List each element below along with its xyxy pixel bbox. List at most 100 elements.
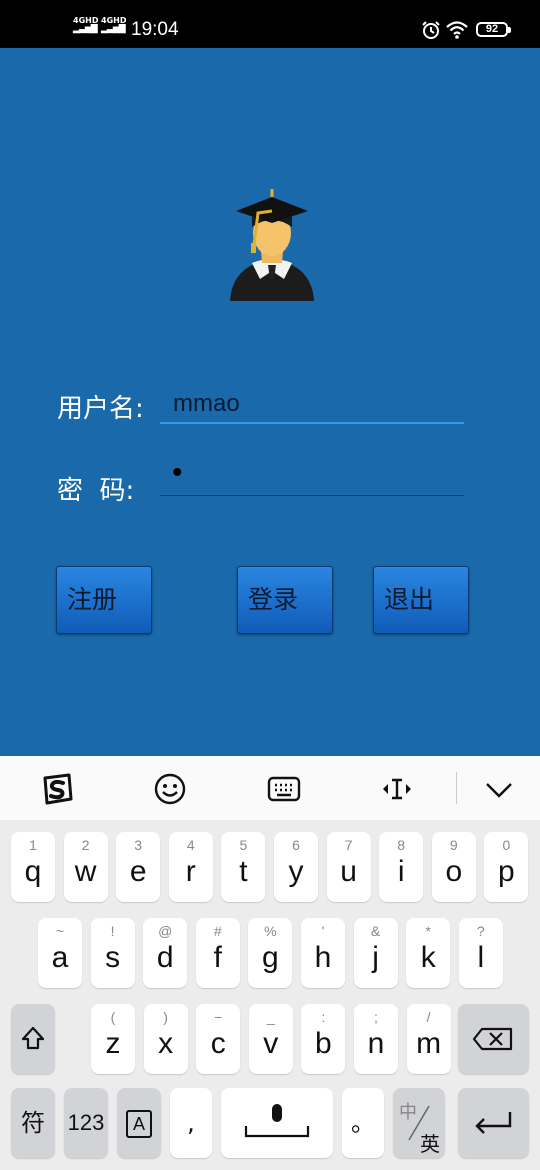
sogou-logo-icon[interactable]	[40, 772, 74, 806]
username-field[interactable]: mmao	[160, 388, 464, 424]
password-value: •	[172, 456, 183, 489]
key-label: t	[239, 855, 248, 888]
register-button[interactable]: 注册	[56, 566, 152, 634]
microphone-icon	[244, 1104, 310, 1138]
password-label: 密 码:	[57, 476, 135, 506]
key-k[interactable]: * k	[406, 918, 451, 988]
key-r[interactable]: 4r	[168, 832, 213, 902]
comma-key[interactable]: ,	[170, 1088, 212, 1158]
backspace-key[interactable]	[458, 1004, 529, 1074]
key-l[interactable]: ? l	[458, 918, 503, 988]
key-q[interactable]: 1q	[11, 832, 55, 902]
key-secondary-label: ?	[476, 923, 485, 939]
password-underline	[160, 495, 464, 496]
key-z[interactable]: (z	[91, 1004, 135, 1074]
symbols-key-label: 符	[21, 1109, 45, 1137]
input-mode-key[interactable]: A	[117, 1088, 161, 1158]
shift-key[interactable]	[11, 1004, 55, 1074]
key-s[interactable]: ! s	[90, 918, 135, 988]
key-x[interactable]: ) x	[143, 1004, 188, 1074]
collapse-chevron-icon[interactable]	[482, 772, 516, 806]
numbers-key-label: 123	[67, 1110, 105, 1135]
cursor-move-icon[interactable]	[380, 772, 414, 806]
key-n[interactable]: ; n	[354, 1004, 398, 1074]
login-screen: 用户名: mmao 密 码: • 注册 登录 退出	[0, 48, 540, 756]
key-secondary-label: 6	[292, 837, 300, 853]
exit-button[interactable]: 退出	[373, 566, 469, 634]
key-label: q	[24, 855, 42, 888]
key-secondary-label: ~	[55, 923, 65, 939]
key-w[interactable]: 2w	[63, 832, 108, 902]
numbers-key[interactable]: 123	[64, 1088, 108, 1158]
space-key[interactable]	[221, 1088, 333, 1158]
graduate-avatar-icon	[228, 189, 316, 301]
key-secondary-label: 9	[449, 837, 458, 853]
username-label: 用户名:	[57, 394, 144, 424]
key-label: a	[51, 941, 69, 974]
key-label: u	[340, 855, 357, 888]
key-g[interactable]: % g	[248, 918, 293, 988]
key-d[interactable]: @ d	[143, 918, 188, 988]
key-label: r	[185, 855, 196, 888]
period-key[interactable]: 。	[342, 1088, 384, 1158]
key-i[interactable]: 8i	[379, 832, 424, 902]
language-switch-key[interactable]: 中 英	[393, 1088, 445, 1158]
shift-arrow-icon	[21, 1026, 45, 1050]
key-h[interactable]: ' h	[301, 918, 345, 988]
symbols-key[interactable]: 符	[11, 1088, 55, 1158]
key-label: e	[129, 855, 147, 888]
key-f[interactable]: # f	[195, 918, 240, 988]
key-label: h	[314, 941, 332, 974]
password-field[interactable]: •	[160, 456, 464, 496]
signal-indicator-1: 4GHD ▂▃▅▇	[73, 17, 98, 34]
signal-indicator-2: 4GHD ▂▃▅▇	[101, 17, 126, 34]
key-a[interactable]: ~ a	[38, 918, 82, 988]
key-secondary-label: −	[214, 1009, 223, 1025]
key-label: z	[105, 1027, 121, 1060]
keyboard-icon[interactable]	[267, 772, 301, 806]
period-key-label: 。	[351, 1109, 375, 1137]
key-secondary-label: )	[163, 1009, 168, 1025]
key-label: s	[105, 941, 121, 974]
key-v[interactable]: _ v	[248, 1004, 293, 1074]
soft-keyboard: 1q2w3e4r5t6y7u8i9o0p ~ a! s @ d # f% g ' h & j * k? l …	[0, 756, 540, 1170]
key-secondary-label: 3	[134, 837, 143, 853]
status-bar: 4GHD ▂▃▅▇ 4GHD ▂▃▅▇ 19:04 92	[0, 0, 540, 48]
key-t[interactable]: 5t	[221, 832, 266, 902]
enter-arrow-icon	[475, 1112, 512, 1134]
key-m[interactable]: / m	[406, 1004, 451, 1074]
key-o[interactable]: 9o	[431, 832, 476, 902]
battery-indicator: 92	[476, 22, 511, 37]
backspace-icon	[472, 1027, 513, 1051]
key-label: i	[397, 855, 405, 888]
key-secondary-label: 0	[502, 837, 511, 853]
key-secondary-label: #	[213, 923, 222, 939]
emoji-icon[interactable]	[153, 772, 187, 806]
key-b[interactable]: :b	[301, 1004, 346, 1074]
comma-key-label: ,	[187, 1109, 195, 1137]
key-label: o	[445, 855, 463, 888]
key-secondary-label: !	[110, 923, 115, 939]
key-e[interactable]: 3e	[116, 832, 161, 902]
key-y[interactable]: 6y	[274, 832, 318, 902]
enter-key[interactable]	[458, 1088, 529, 1158]
key-secondary-label: '	[321, 923, 325, 939]
key-label: p	[498, 855, 515, 888]
key-secondary-label: 5	[239, 837, 248, 853]
key-label: m	[416, 1027, 442, 1060]
username-value: mmao	[173, 390, 240, 417]
key-secondary-label: 7	[344, 837, 353, 853]
username-underline	[160, 422, 464, 424]
login-button[interactable]: 登录	[237, 566, 333, 634]
key-secondary-label: /	[426, 1009, 431, 1025]
key-secondary-label: :	[321, 1009, 326, 1025]
key-secondary-label: 8	[397, 837, 406, 853]
key-label: b	[315, 1027, 332, 1060]
key-u[interactable]: 7u	[326, 832, 371, 902]
key-j[interactable]: & j	[353, 918, 398, 988]
key-p[interactable]: 0p	[484, 832, 529, 902]
key-c[interactable]: − c	[196, 1004, 241, 1074]
signal-bars-icon: ▂▃▅▇	[73, 24, 98, 34]
key-label: n	[367, 1027, 385, 1060]
wifi-icon	[446, 21, 468, 39]
